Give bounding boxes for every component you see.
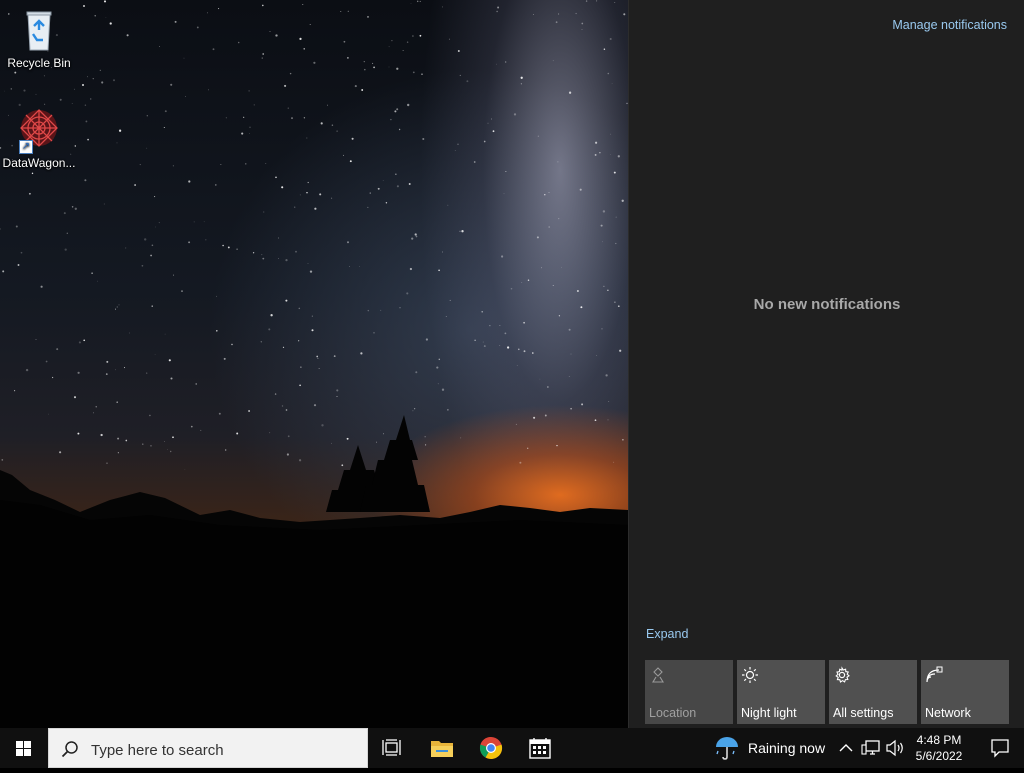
shortcut-arrow-icon: ↗ <box>19 140 33 154</box>
desktop-icon-datawagon[interactable]: ↗ DataWagon... <box>1 106 77 171</box>
taskbar-search-box[interactable] <box>48 728 368 768</box>
umbrella-rain-icon <box>716 737 738 760</box>
network-tray-button[interactable] <box>859 728 883 768</box>
quick-action-location[interactable]: Location <box>645 660 733 724</box>
calendar-button[interactable] <box>516 728 564 768</box>
night-light-icon <box>742 667 758 683</box>
wired-network-icon <box>861 740 880 755</box>
windows-logo-icon <box>16 741 31 756</box>
clock-date: 5/6/2022 <box>915 749 963 763</box>
notification-icon <box>991 739 1009 758</box>
expand-link[interactable]: Expand <box>646 627 688 641</box>
desktop-wallpaper[interactable]: Recycle Bin ↗ DataWagon... <box>0 0 628 728</box>
volume-button[interactable] <box>884 728 906 768</box>
quick-action-night-light[interactable]: Night light <box>737 660 825 724</box>
desktop-icon-recycle-bin[interactable]: Recycle Bin <box>1 6 77 71</box>
search-input[interactable] <box>89 737 353 763</box>
quick-action-network[interactable]: Network <box>921 660 1009 724</box>
taskbar: Raining now 4:48 PM 5/6/2022 <box>0 728 1024 768</box>
mountain-silhouette <box>0 415 628 728</box>
recycle-bin-label: Recycle Bin <box>7 56 71 70</box>
datawagon-label: DataWagon... <box>2 156 76 170</box>
location-icon <box>652 667 664 683</box>
action-center-button[interactable] <box>976 728 1024 768</box>
task-view-button[interactable] <box>368 728 416 768</box>
quick-action-label: Night light <box>741 706 797 720</box>
file-explorer-icon <box>431 741 453 757</box>
chrome-button[interactable] <box>467 728 515 768</box>
search-icon <box>61 741 78 758</box>
chrome-icon <box>479 736 503 760</box>
start-button[interactable] <box>0 728 48 768</box>
calendar-icon <box>529 738 551 759</box>
no-notifications-message: No new notifications <box>753 296 901 313</box>
quick-action-label: Location <box>649 706 697 720</box>
network-icon <box>926 666 943 683</box>
clock-time: 4:48 PM <box>916 733 962 747</box>
weather-widget[interactable]: Raining now <box>714 728 825 768</box>
quick-action-all-settings[interactable]: All settings <box>829 660 917 724</box>
chevron-up-icon <box>839 744 853 752</box>
taskbar-clock[interactable]: 4:48 PM 5/6/2022 <box>906 728 972 768</box>
recycle-bin-icon <box>15 6 63 54</box>
weather-text: Raining now <box>748 740 826 756</box>
file-explorer-button[interactable] <box>418 728 466 768</box>
quick-action-label: All settings <box>833 706 894 720</box>
action-center-panel: Manage notifications No new notification… <box>628 0 1024 728</box>
speaker-volume-icon <box>886 739 903 757</box>
quick-action-label: Network <box>925 706 971 720</box>
datawagon-app-icon: ↗ <box>15 106 63 154</box>
task-view-icon <box>382 739 401 756</box>
show-hidden-icons-button[interactable] <box>836 728 856 768</box>
settings-gear-icon <box>835 666 850 683</box>
quick-actions: Location Night light All settings Networ… <box>645 660 1009 724</box>
manage-notifications-link[interactable]: Manage notifications <box>892 18 1007 32</box>
